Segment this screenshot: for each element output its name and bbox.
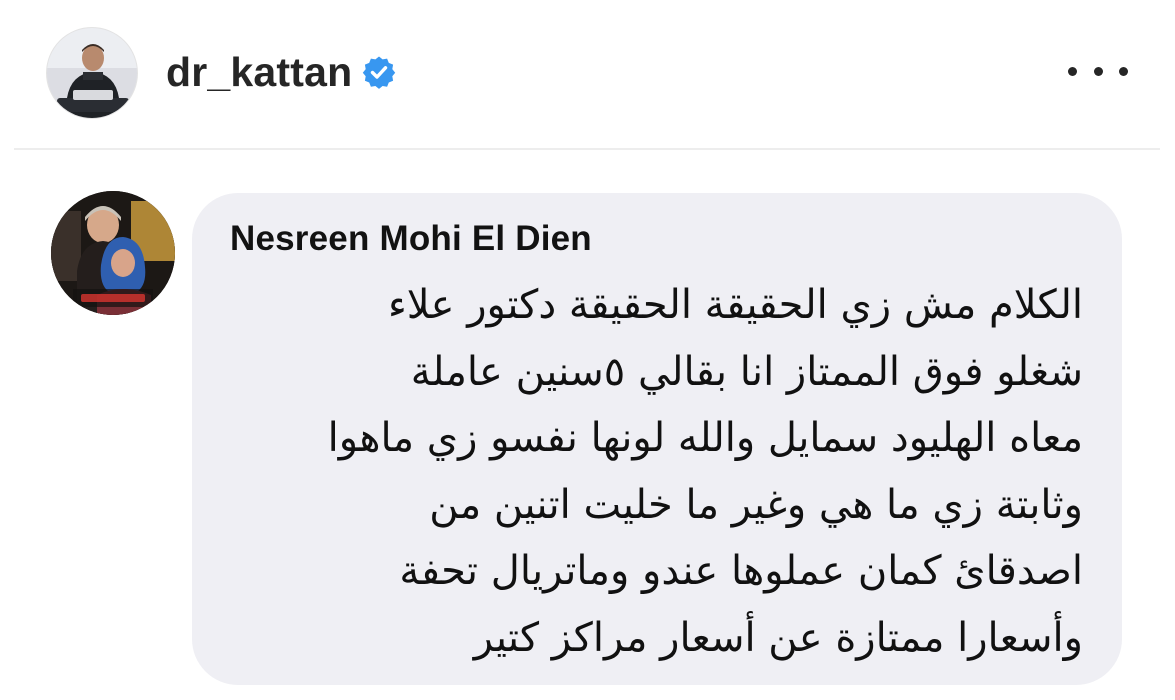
comment-text: الكلام مش زي الحقيقة الحقيقة دكتور علاء …	[253, 272, 1083, 671]
comment-line: اصدقائ كمان عملوها عندو وماتريال تحفة	[399, 548, 1083, 594]
comment-line: معاه الهليود سمايل والله لونها نفسو زي م…	[327, 415, 1083, 461]
post-header: dr_kattan	[0, 0, 1175, 148]
profile-photo-icon	[47, 28, 137, 118]
profile-avatar[interactable]	[46, 27, 138, 119]
verified-badge-icon	[362, 55, 396, 89]
more-dot	[1093, 66, 1103, 76]
commenter-photo-icon	[51, 191, 175, 315]
comment-author[interactable]: Nesreen Mohi El Dien	[230, 219, 592, 259]
more-options-icon[interactable]	[1068, 55, 1128, 87]
more-dot	[1119, 66, 1128, 76]
comment-line: وأسعارا ممتازة عن أسعار مراكز كتير	[473, 614, 1083, 661]
commenter-avatar[interactable]	[51, 191, 175, 315]
more-dot	[1068, 66, 1077, 76]
header-divider	[14, 148, 1160, 150]
instagram-comment-view: dr_kattan Nesreen Mohi El Dien الكلام مش…	[0, 0, 1175, 700]
username[interactable]: dr_kattan	[166, 49, 352, 96]
comment-line: وثابتة زي ما هي وغير ما خليت اتنين من	[429, 481, 1083, 528]
comment-line: الكلام مش زي الحقيقة الحقيقة دكتور علاء	[387, 282, 1083, 328]
comment-line: شغلو فوق الممتاز انا بقالي ٥سنين عاملة	[410, 348, 1083, 395]
username-row: dr_kattan	[166, 44, 396, 100]
